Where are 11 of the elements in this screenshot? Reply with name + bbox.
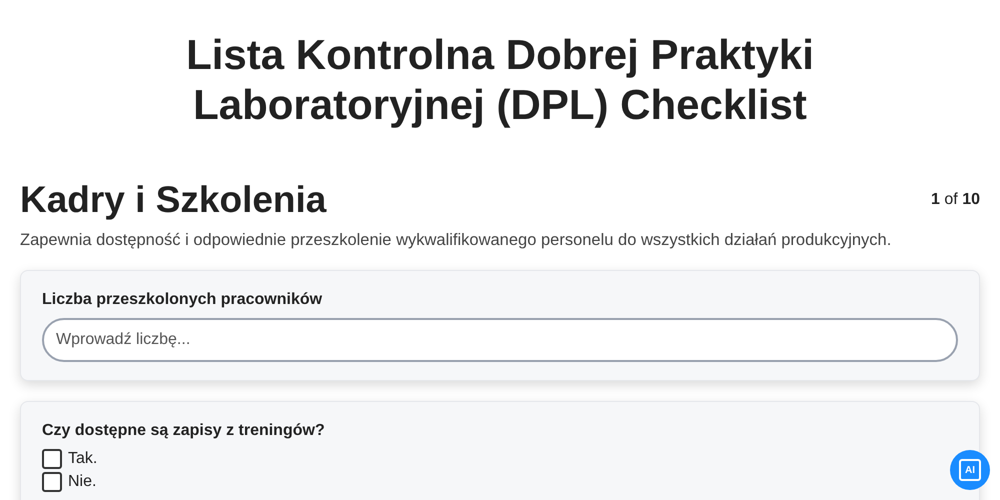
checkbox[interactable]: [42, 449, 62, 469]
section-description: Zapewnia dostępność i odpowiednie przeszkolenie wykwalifikowanego personelu do wszystkich działań produkcyjnych.: [20, 230, 892, 250]
page-title: Lista Kontrolna Dobrej Praktyki Laboratoryjnej (DPL) Checklist: [185, 30, 815, 130]
question-label: Liczba przeszkolonych pracowników: [42, 290, 324, 310]
input-field[interactable]: Wprowadź liczbę...: [42, 318, 958, 362]
section-heading: Kadry i Szkolenia: [20, 178, 326, 222]
option-label: Tak.: [68, 449, 98, 469]
question-label: Czy dostępne są zapisy z treningów?: [42, 421, 326, 441]
page-counter: 1 of 10: [931, 190, 980, 210]
checkbox[interactable]: [42, 472, 62, 492]
option-label: Nie.: [68, 472, 96, 492]
